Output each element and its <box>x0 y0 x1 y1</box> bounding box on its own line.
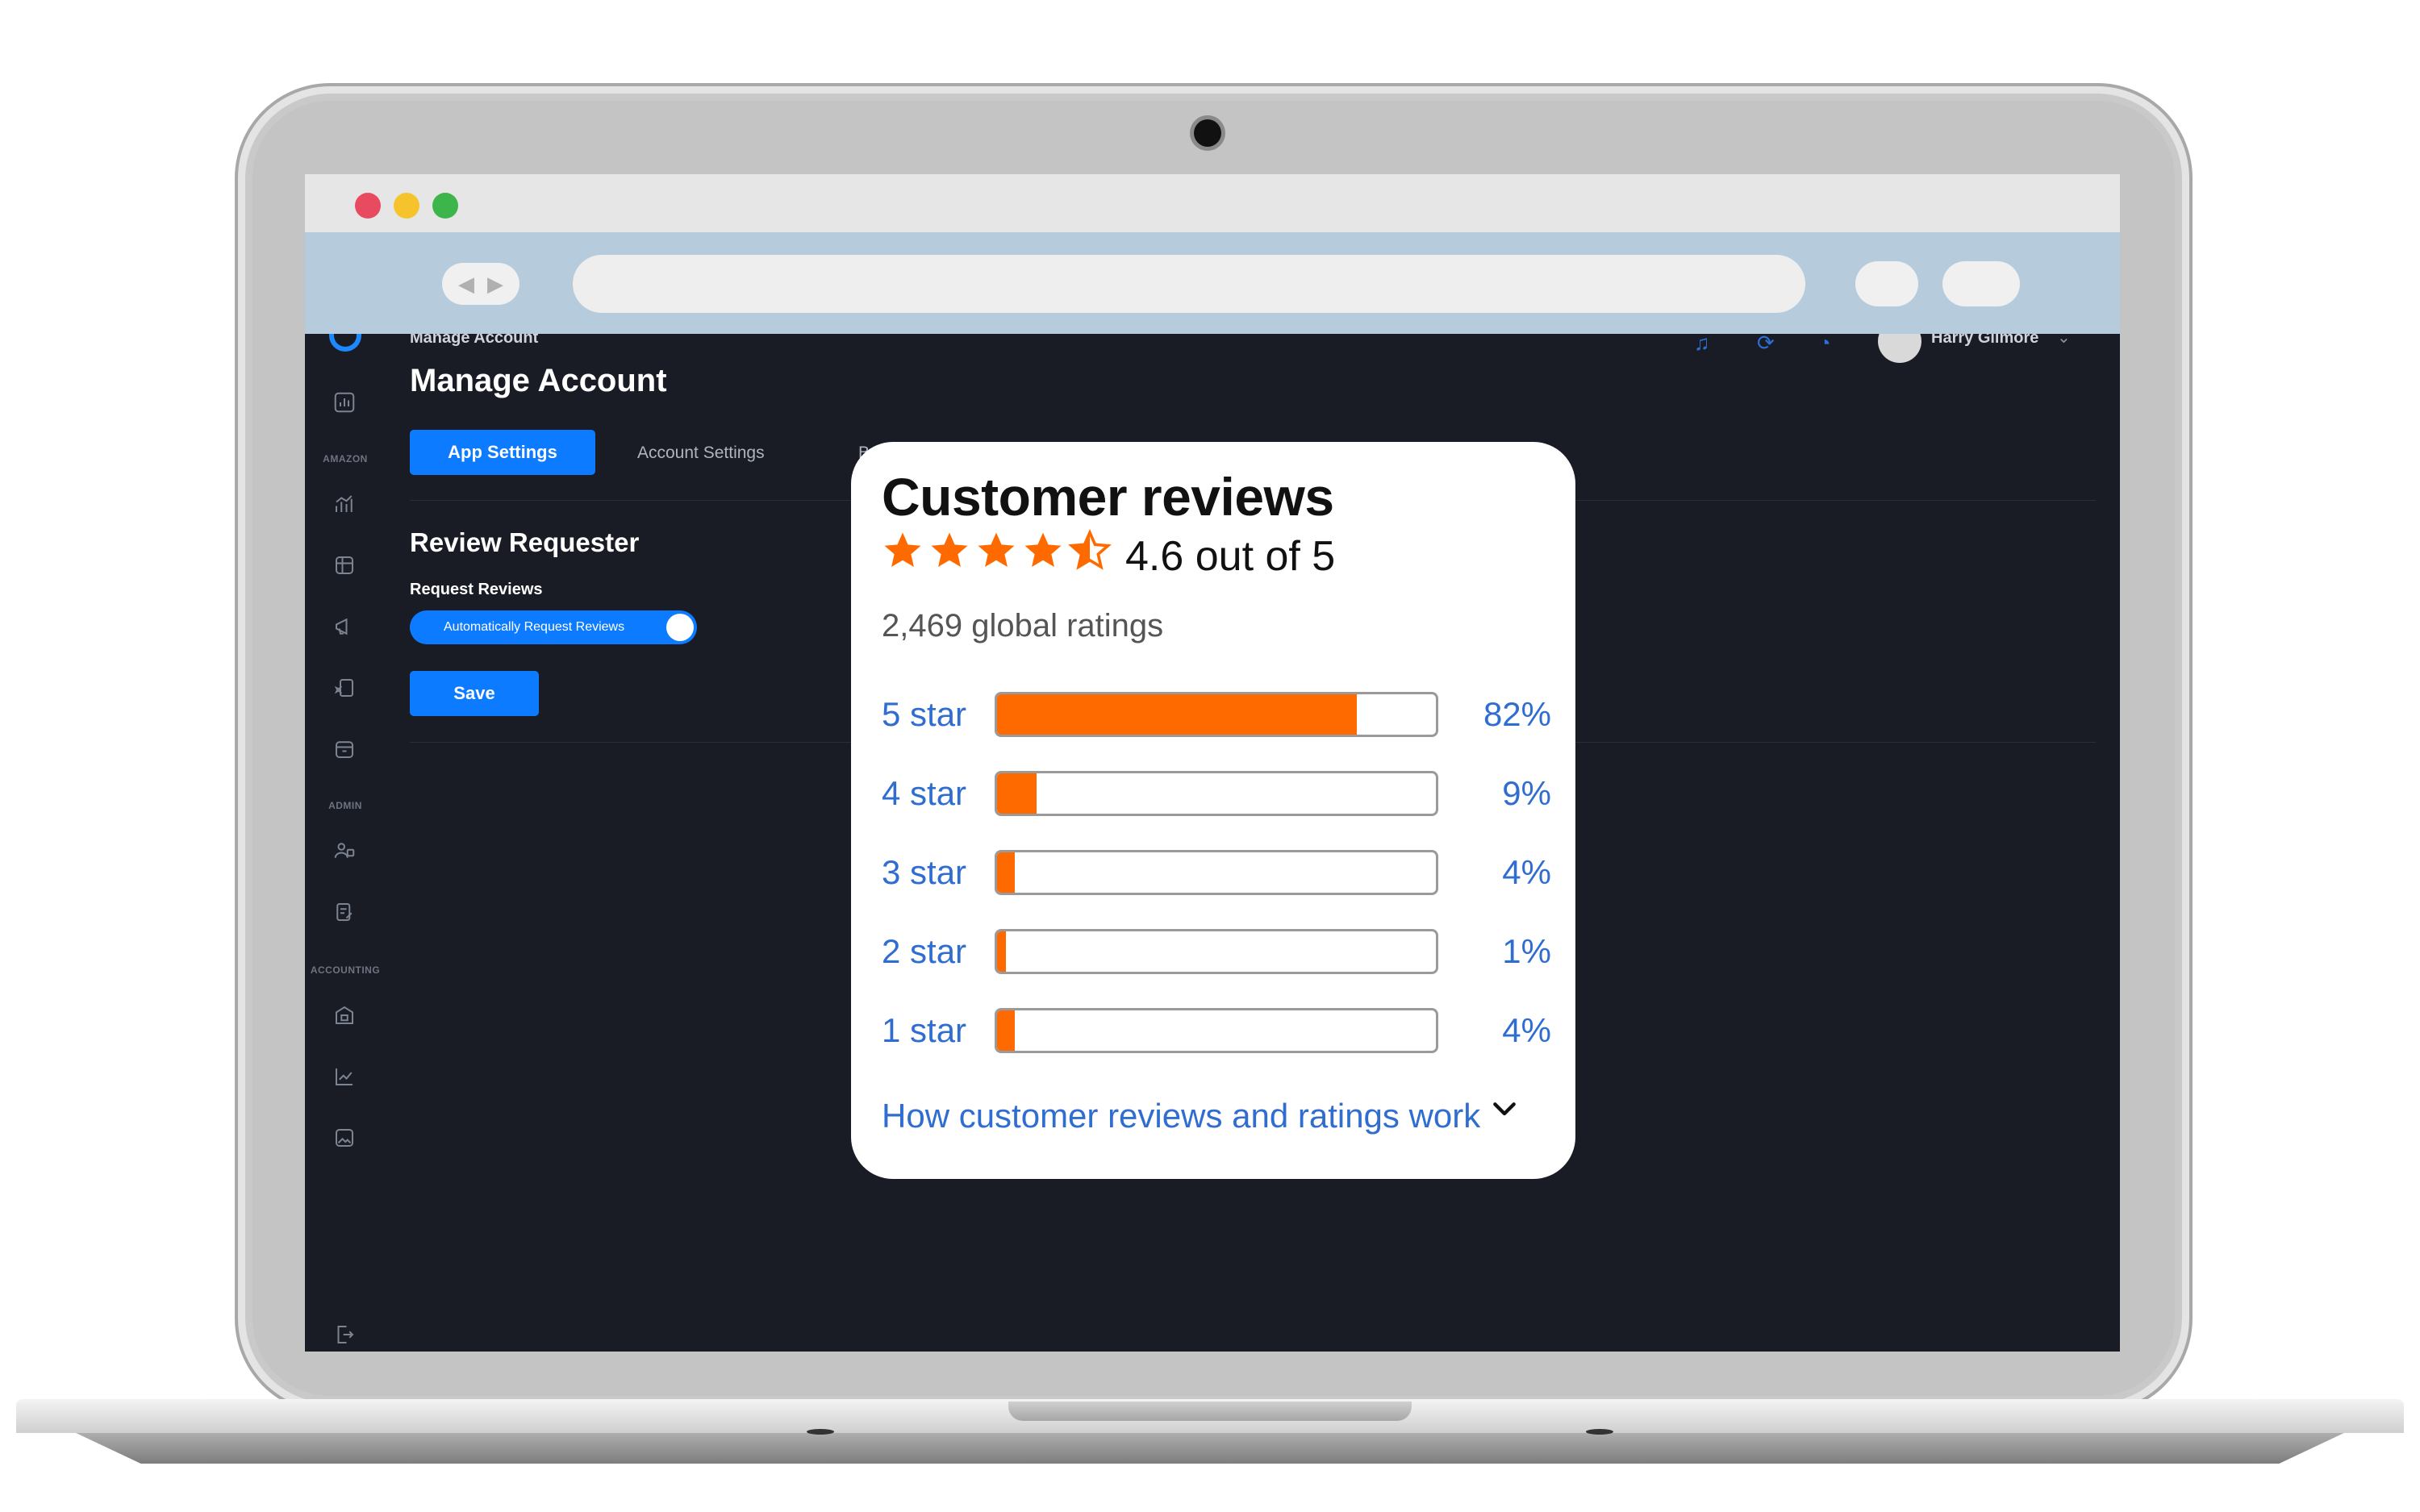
toggle-label: Automatically Request Reviews <box>444 620 625 634</box>
image-icon[interactable] <box>331 1126 358 1150</box>
customer-reviews-card: Customer reviews 4.6 out of 5 2,469 glob… <box>851 442 1575 1179</box>
app-logo-icon <box>329 334 361 352</box>
minimize-window-button[interactable] <box>394 193 419 219</box>
sidebar: AMAZON ADMIN ACCOUNTING <box>305 334 386 1352</box>
dashboard-icon[interactable] <box>331 390 358 414</box>
maximize-window-button[interactable] <box>432 193 458 219</box>
breadcrumb[interactable]: Manage Account <box>410 334 538 348</box>
browser-action-button[interactable] <box>1855 261 1918 306</box>
star-full-icon <box>1024 532 1062 568</box>
close-window-button[interactable] <box>355 193 381 219</box>
back-arrow-icon[interactable]: ◀ <box>458 272 474 297</box>
rating-bar[interactable] <box>995 929 1438 974</box>
rating-percent[interactable]: 4% <box>1454 853 1551 892</box>
edit-document-icon[interactable] <box>331 900 358 924</box>
notification-icon[interactable]: ◔ <box>1818 334 1831 356</box>
sidebar-section-accounting: ACCOUNTING <box>310 964 381 976</box>
rating-percent[interactable]: 9% <box>1454 774 1551 813</box>
laptop-base-bottom <box>73 1431 2347 1464</box>
rating-row-2[interactable]: 2 star 1% <box>882 929 1551 977</box>
laptop-foot-left <box>807 1429 834 1435</box>
rating-row-label[interactable]: 3 star <box>882 853 966 892</box>
browser-nav-buttons[interactable]: ◀ ▶ <box>442 263 519 305</box>
browser-title-bar <box>305 174 2120 232</box>
star-rating <box>880 529 1112 573</box>
calendar-icon[interactable] <box>331 737 358 761</box>
rating-row-label[interactable]: 2 star <box>882 932 966 971</box>
chevron-down-icon[interactable]: ⌄ <box>2057 334 2071 348</box>
webcam <box>1194 119 1221 147</box>
warehouse-icon[interactable] <box>331 1003 358 1027</box>
rating-row-1[interactable]: 1 star 4% <box>882 1008 1551 1056</box>
sidebar-section-amazon: AMAZON <box>323 453 368 464</box>
how-reviews-work-link[interactable]: How customer reviews and ratings work <box>882 1097 1480 1135</box>
rating-row-label[interactable]: 5 star <box>882 695 966 734</box>
megaphone-icon[interactable] <box>331 614 358 639</box>
line-chart-icon[interactable] <box>331 1064 358 1089</box>
rating-percent[interactable]: 4% <box>1454 1011 1551 1050</box>
rating-bar-fill <box>997 852 1015 893</box>
rating-text: 4.6 out of 5 <box>1125 533 1336 580</box>
reviews-icon[interactable] <box>331 676 358 700</box>
tab-app-settings[interactable]: App Settings <box>410 430 595 475</box>
rating-bar-fill <box>997 931 1006 972</box>
rating-row-label[interactable]: 4 star <box>882 774 966 813</box>
chevron-down-icon[interactable] <box>1488 1093 1521 1126</box>
sidebar-section-admin: ADMIN <box>328 800 362 811</box>
rating-row-label[interactable]: 1 star <box>882 1011 966 1050</box>
page-title: Manage Account <box>410 363 667 398</box>
rating-percent[interactable]: 82% <box>1454 695 1551 734</box>
user-name[interactable]: Harry Gilmore <box>1931 334 2038 348</box>
rating-percent[interactable]: 1% <box>1454 932 1551 971</box>
laptop-foot-right <box>1586 1429 1613 1435</box>
tab-account-settings[interactable]: Account Settings <box>637 444 765 463</box>
users-icon[interactable] <box>331 839 358 863</box>
rating-row-3[interactable]: 3 star 4% <box>882 850 1551 898</box>
rating-row-4[interactable]: 4 star 9% <box>882 771 1551 819</box>
auto-request-toggle[interactable]: Automatically Request Reviews <box>410 610 697 644</box>
star-full-icon <box>978 532 1015 568</box>
rating-bar[interactable] <box>995 771 1438 816</box>
rating-bar[interactable] <box>995 692 1438 737</box>
star-half-icon <box>1068 529 1112 570</box>
forward-arrow-icon[interactable]: ▶ <box>487 272 503 297</box>
rating-bar-fill <box>997 1010 1015 1051</box>
toggle-knob[interactable] <box>666 614 694 641</box>
section-title: Review Requester <box>410 527 640 557</box>
avatar[interactable] <box>1878 334 1921 363</box>
laptop-notch <box>1008 1402 1412 1421</box>
inventory-icon[interactable] <box>331 553 358 577</box>
analytics-icon[interactable] <box>331 492 358 516</box>
save-button[interactable]: Save <box>410 671 539 716</box>
rating-bar-fill <box>997 773 1037 814</box>
request-reviews-label: Request Reviews <box>410 581 543 598</box>
reviews-title: Customer reviews <box>882 467 1334 527</box>
browser-menu-button[interactable] <box>1942 261 2020 306</box>
address-bar[interactable] <box>573 255 1805 313</box>
rating-bar[interactable] <box>995 850 1438 895</box>
refresh-icon[interactable]: ⟳ <box>1757 334 1775 356</box>
rating-row-5[interactable]: 5 star 82% <box>882 692 1551 740</box>
rating-bar[interactable] <box>995 1008 1438 1053</box>
rating-bar-fill <box>997 694 1358 735</box>
star-full-icon <box>884 532 921 568</box>
support-icon[interactable]: ♫ <box>1694 334 1710 356</box>
logout-icon[interactable] <box>331 1322 358 1347</box>
star-full-icon <box>931 532 968 568</box>
global-ratings: 2,469 global ratings <box>882 608 1164 644</box>
